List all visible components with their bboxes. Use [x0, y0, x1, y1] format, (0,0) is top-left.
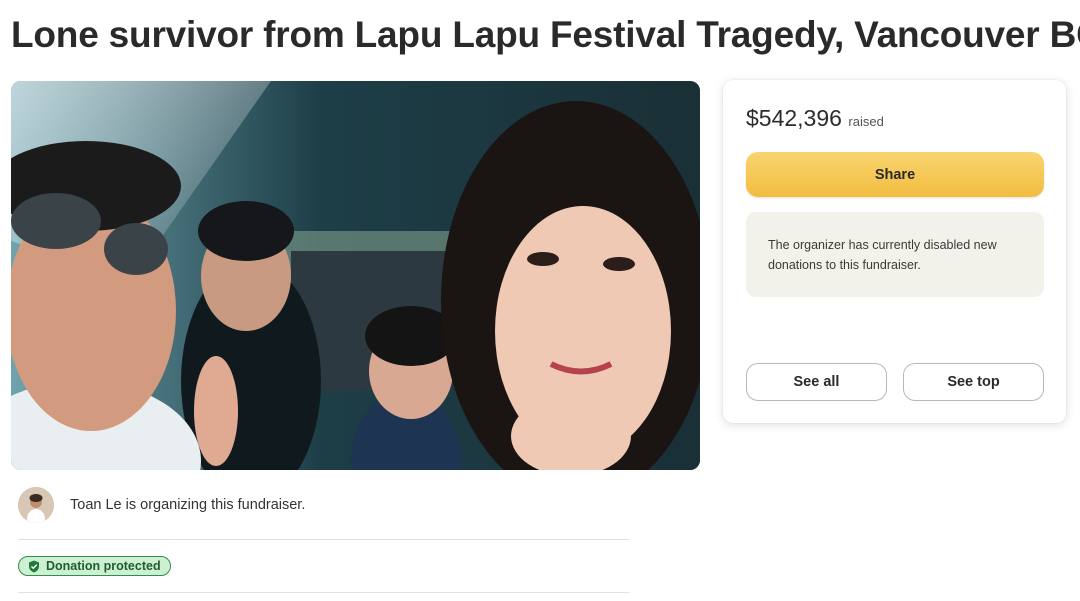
donations-disabled-notice: The organizer has currently disabled new…	[746, 212, 1044, 297]
see-top-button[interactable]: See top	[903, 363, 1044, 401]
share-button[interactable]: Share	[746, 152, 1044, 197]
divider	[18, 592, 629, 593]
badge-label: Donation protected	[46, 559, 161, 573]
raised-summary: $542,396 raised	[746, 105, 884, 132]
organizer-text: Toan Le is organizing this fundraiser.	[70, 497, 306, 513]
divider	[18, 539, 629, 540]
organizer-row: Toan Le is organizing this fundraiser.	[18, 485, 629, 525]
family-selfie-image	[11, 81, 700, 470]
shield-check-icon	[29, 560, 39, 573]
raised-amount: $542,396	[746, 105, 842, 131]
page-title: Lone survivor from Lapu Lapu Festival Tr…	[11, 14, 1080, 55]
donation-protected-badge[interactable]: Donation protected	[18, 556, 171, 576]
campaign-photo[interactable]	[11, 81, 700, 470]
donation-card: $542,396 raised Share The organizer has …	[723, 80, 1066, 423]
organizer-avatar[interactable]	[18, 487, 54, 523]
see-all-button[interactable]: See all	[746, 363, 887, 401]
raised-label: raised	[848, 114, 884, 129]
